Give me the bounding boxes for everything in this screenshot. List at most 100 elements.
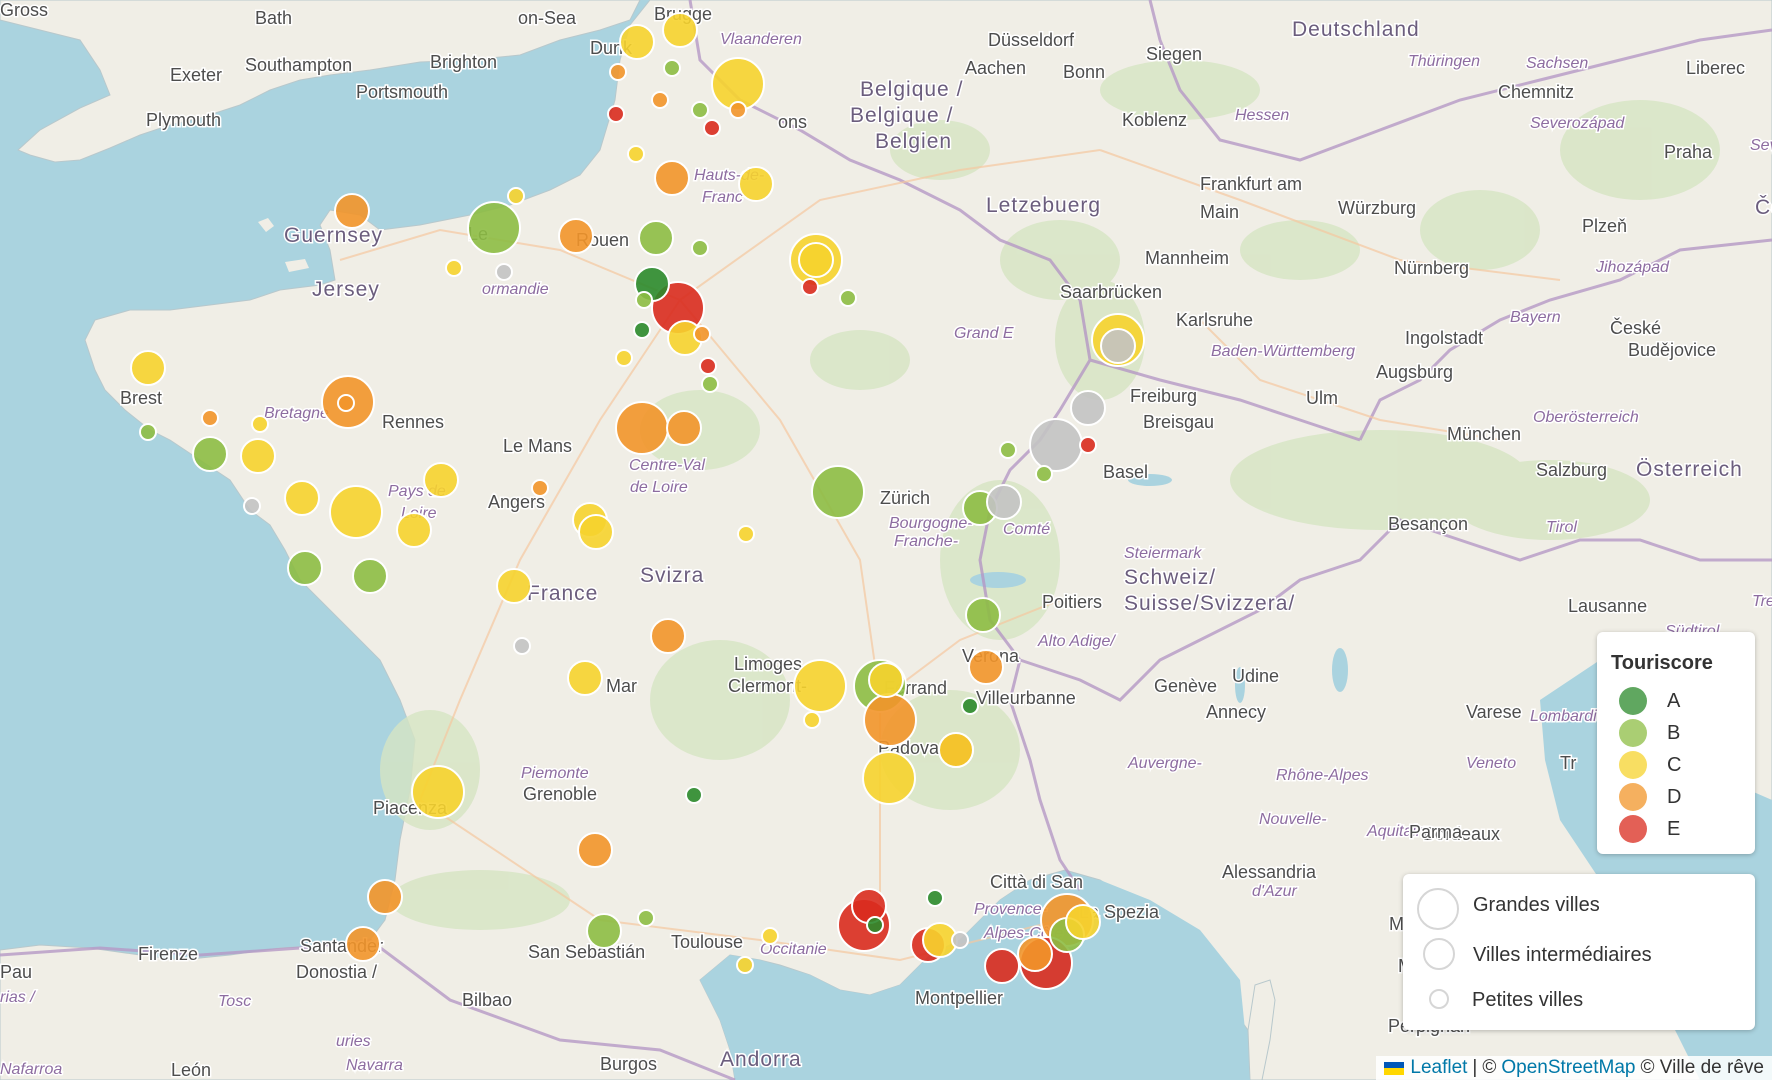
city-marker-d[interactable] [345,926,381,962]
city-marker-e[interactable] [851,888,887,924]
city-marker-a[interactable] [926,889,944,907]
city-marker-b[interactable] [638,220,674,256]
city-marker-d[interactable] [654,160,690,196]
city-marker-e[interactable] [607,105,625,123]
city-marker-n[interactable] [1100,328,1136,364]
city-marker-b[interactable] [811,465,865,519]
city-marker-c[interactable] [627,145,645,163]
city-marker-n[interactable] [1029,418,1083,472]
city-marker-d[interactable] [651,91,669,109]
leaflet-link[interactable]: Leaflet [1410,1057,1467,1079]
map-label: Österreich [1636,458,1743,481]
city-marker-c[interactable] [793,659,847,713]
city-marker-d[interactable] [609,63,627,81]
city-marker-b[interactable] [287,550,323,586]
city-marker-d[interactable] [650,618,686,654]
city-marker-c[interactable] [507,187,525,205]
city-marker-d[interactable] [337,394,355,412]
city-marker-n[interactable] [495,263,513,281]
city-marker-d[interactable] [201,409,219,427]
city-marker-b[interactable] [467,201,521,255]
city-marker-b[interactable] [691,239,709,257]
city-marker-b[interactable] [701,375,719,393]
map-label: Vlaanderen [720,31,802,48]
city-marker-c[interactable] [619,24,655,60]
city-marker-n[interactable] [951,931,969,949]
city-marker-b[interactable] [999,441,1017,459]
city-marker-b[interactable] [635,291,653,309]
city-marker-n[interactable] [513,637,531,655]
city-marker-c[interactable] [445,259,463,277]
city-marker-c[interactable] [130,350,166,386]
city-marker-c[interactable] [736,956,754,974]
city-marker-c[interactable] [1065,904,1101,940]
map-label: Nürnberg [1394,258,1469,278]
map-label: Rennes [382,412,444,432]
city-marker-b[interactable] [1035,465,1053,483]
city-marker-n[interactable] [243,497,261,515]
city-marker-d[interactable] [693,325,711,343]
map-label: Sever [1750,137,1772,154]
city-marker-c[interactable] [284,480,320,516]
map-label: Nafarroa [0,1061,62,1078]
city-marker-d[interactable] [367,879,403,915]
legend-label-a: A [1667,689,1681,712]
openstreetmap-link[interactable]: OpenStreetMap [1501,1057,1635,1079]
city-marker-d[interactable] [334,193,370,229]
city-marker-b[interactable] [691,101,709,119]
map-attribution: Leaflet | © OpenStreetMap © Ville de rêv… [1376,1056,1772,1080]
city-marker-b[interactable] [965,597,1001,633]
city-marker-c[interactable] [615,349,633,367]
city-marker-b[interactable] [663,59,681,77]
city-marker-c[interactable] [862,751,916,805]
city-marker-c[interactable] [761,927,779,945]
city-marker-b[interactable] [586,913,622,949]
city-marker-d[interactable] [531,479,549,497]
city-marker-d[interactable] [1017,936,1053,972]
city-marker-b[interactable] [637,909,655,927]
city-marker-a[interactable] [866,916,884,934]
city-marker-c[interactable] [496,568,532,604]
city-marker-c[interactable] [567,660,603,696]
city-marker-c[interactable] [938,732,974,768]
city-marker-d[interactable] [729,101,747,119]
city-marker-c[interactable] [803,711,821,729]
city-marker-a[interactable] [961,697,979,715]
city-marker-c[interactable] [662,12,698,48]
city-marker-c[interactable] [329,485,383,539]
city-marker-n[interactable] [986,484,1022,520]
map-label: Exeter [170,65,222,85]
city-marker-d[interactable] [558,218,594,254]
city-marker-c[interactable] [868,662,904,698]
city-marker-d[interactable] [577,832,613,868]
city-marker-b[interactable] [839,289,857,307]
city-marker-c[interactable] [251,415,269,433]
city-marker-b[interactable] [352,558,388,594]
city-marker-e[interactable] [1079,436,1097,454]
city-marker-d[interactable] [615,401,669,455]
city-marker-d[interactable] [666,410,702,446]
city-marker-d[interactable] [968,649,1004,685]
city-marker-c[interactable] [738,166,774,202]
city-marker-n[interactable] [1070,390,1106,426]
map-label: Plzeň [1582,216,1627,236]
city-marker-c[interactable] [798,242,834,278]
city-marker-a[interactable] [685,786,703,804]
city-marker-d[interactable] [863,693,917,747]
city-marker-e[interactable] [984,948,1020,984]
city-marker-c[interactable] [411,765,465,819]
city-marker-c[interactable] [240,438,276,474]
city-marker-c[interactable] [578,514,614,550]
touriscore-legend: Touriscore A B C D E [1597,632,1755,854]
map-label: Genève [1154,676,1217,696]
city-marker-c[interactable] [396,512,432,548]
city-marker-a[interactable] [633,321,651,339]
city-marker-c[interactable] [423,462,459,498]
city-marker-b[interactable] [139,423,157,441]
city-marker-e[interactable] [801,278,819,296]
city-marker-e[interactable] [703,119,721,137]
city-marker-e[interactable] [699,357,717,375]
city-marker-b[interactable] [192,436,228,472]
city-marker-c[interactable] [737,525,755,543]
map-label: Düsseldorf [988,30,1075,50]
